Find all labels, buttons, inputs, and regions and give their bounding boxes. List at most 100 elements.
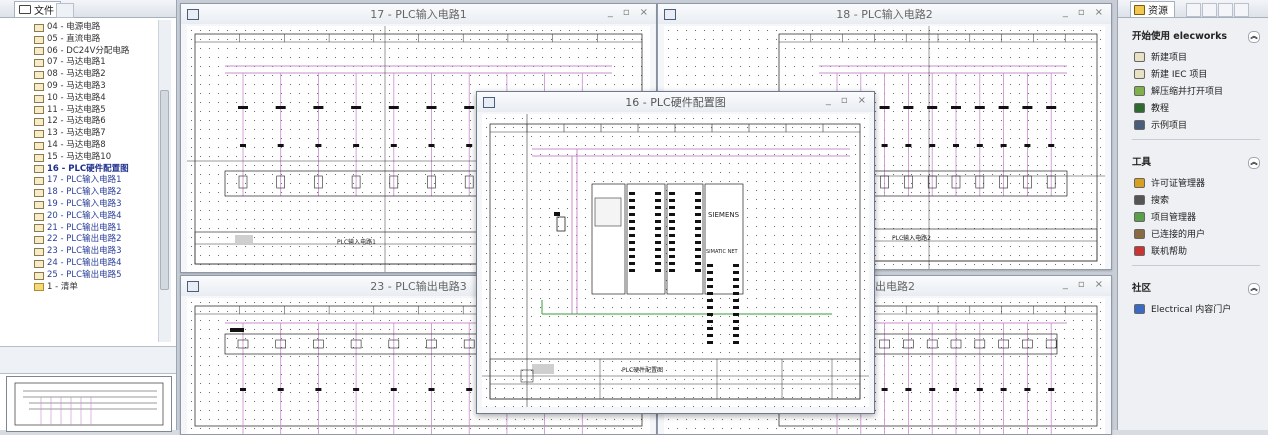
resource-link[interactable]: 示例项目 (1132, 116, 1260, 133)
section-header[interactable]: 工具 ︽ (1132, 156, 1260, 170)
resource-link[interactable]: 解压缩并打开项目 (1132, 82, 1260, 99)
tab-extra-4[interactable] (1234, 3, 1249, 17)
sheet-icon (34, 248, 44, 257)
resource-link[interactable]: 联机帮助 (1132, 242, 1260, 259)
tab-secondary[interactable] (56, 3, 74, 18)
tree-item[interactable]: 11 - 马达电路5 (0, 105, 158, 117)
tree-item[interactable]: 22 - PLC输出电路2 (0, 234, 158, 246)
tree-item[interactable]: 19 - PLC输入电路3 (0, 199, 158, 211)
resource-link-label: 解压缩并打开项目 (1151, 87, 1224, 97)
minimize-icon[interactable]: _ (1063, 279, 1068, 290)
tree-item[interactable]: 20 - PLC输入电路4 (0, 211, 158, 223)
collapse-chevron-icon[interactable]: ︽ (1248, 31, 1260, 43)
tab-extra-3[interactable] (1218, 3, 1233, 17)
resource-link-label: 示例项目 (1151, 121, 1188, 131)
resource-link-label: 新建项目 (1151, 53, 1188, 63)
tree-item[interactable]: 07 - 马达电路1 (0, 57, 158, 69)
tree-item-label: 22 - PLC输出电路2 (47, 234, 122, 245)
sheet-icon (34, 141, 44, 150)
close-icon[interactable]: × (858, 95, 866, 106)
tree-scrollbar[interactable] (158, 20, 171, 342)
tree-item-label: 1 - 清单 (47, 281, 78, 292)
window-titlebar[interactable]: 18 - PLC输入电路2 _ ▫ × (658, 4, 1111, 24)
folder-icon (34, 283, 44, 292)
sheet-icon (34, 200, 44, 209)
tree-item[interactable]: 16 - PLC硬件配置图 (0, 164, 158, 176)
minimize-icon[interactable]: _ (608, 7, 613, 18)
plc-hardware-drawing: SIEMENS SIMATIC NET PLC硬件配置图 (482, 114, 869, 407)
schematic-sheet[interactable]: SIEMENS SIMATIC NET PLC硬件配置图 (482, 114, 869, 407)
window-title: 23 - PLC输出电路3 (370, 280, 467, 293)
tab-extra-2[interactable] (1202, 3, 1217, 17)
tree-item-label: 20 - PLC输入电路4 (47, 210, 122, 221)
minimize-icon[interactable]: _ (826, 95, 831, 106)
collapse-chevron-icon[interactable]: ︽ (1248, 283, 1260, 295)
window-titlebar[interactable]: 16 - PLC硬件配置图 _ ▫ × (477, 92, 874, 112)
tree-item[interactable]: 25 - PLC输出电路5 (0, 270, 158, 282)
tree-item-label: 24 - PLC输出电路4 (47, 257, 122, 268)
section-title: 社区 (1132, 283, 1152, 294)
tree-item-label: 09 - 马达电路3 (47, 80, 106, 91)
tree-item[interactable]: 21 - PLC输出电路1 (0, 223, 158, 235)
resource-link[interactable]: 教程 (1132, 99, 1260, 116)
tree-item[interactable]: 12 - 马达电路6 (0, 116, 158, 128)
restore-icon[interactable]: ▫ (623, 7, 630, 18)
tree-item[interactable]: 1 - 清单 (0, 282, 158, 294)
tab-extra-1[interactable] (1186, 3, 1201, 17)
close-icon[interactable]: × (1095, 279, 1103, 290)
sheet-icon (34, 236, 44, 245)
tree-item[interactable]: 05 - 直流电路 (0, 34, 158, 46)
resource-link[interactable]: 已连接的用户 (1132, 225, 1260, 242)
panel-splitter[interactable] (0, 346, 176, 374)
resources-panel: 资源 开始使用 elecworks ︽ 新建项目新建 IEC 项目解压缩并打开项目教… (1117, 0, 1268, 430)
tab-resources[interactable]: 资源 (1130, 1, 1175, 17)
tree-item-label: 21 - PLC输出电路1 (47, 222, 122, 233)
scrollbar-thumb[interactable] (160, 90, 169, 290)
sheet-icon (34, 153, 44, 162)
tree-item-label: 23 - PLC输出电路3 (47, 246, 122, 257)
home-icon (1134, 4, 1145, 15)
tree-item-label: 11 - 马达电路5 (47, 104, 106, 115)
resource-link[interactable]: 许可证管理器 (1132, 174, 1260, 191)
tree-item[interactable]: 04 - 电源电路 (0, 22, 158, 34)
tree-item[interactable]: 06 - DC24V分配电路 (0, 46, 158, 58)
tree-item[interactable]: 18 - PLC输入电路2 (0, 187, 158, 199)
resource-link[interactable]: Electrical 内容门户 (1132, 300, 1260, 317)
restore-icon[interactable]: ▫ (1078, 7, 1085, 18)
tree-item[interactable]: 17 - PLC输入电路1 (0, 175, 158, 187)
restore-icon[interactable]: ▫ (841, 95, 848, 106)
tree-item[interactable]: 14 - 马达电路8 (0, 140, 158, 152)
file-explorer-panel: 文件 04 - 电源电路 05 - 直流电路 06 - DC24V分配电路 07 - … (0, 0, 177, 432)
sheet-icon (34, 177, 44, 186)
section-header[interactable]: 开始使用 elecworks ︽ (1132, 30, 1260, 44)
tree-item[interactable]: 13 - 马达电路7 (0, 128, 158, 140)
resource-link[interactable]: 项目管理器 (1132, 208, 1260, 225)
close-icon[interactable]: × (1095, 7, 1103, 18)
tree-item[interactable]: 24 - PLC输出电路4 (0, 258, 158, 270)
window-plc-hardware-config[interactable]: 16 - PLC硬件配置图 _ ▫ × SIEMENS SIMATIC NET … (476, 91, 875, 414)
tab-files[interactable]: 文件 (14, 1, 61, 17)
tree-item-label: 15 - 马达电路10 (47, 151, 112, 162)
restore-icon[interactable]: ▫ (1078, 279, 1085, 290)
drawing-app-icon (187, 9, 199, 20)
sheet-icon (34, 212, 44, 221)
window-titlebar[interactable]: 17 - PLC输入电路1 _ ▫ × (181, 4, 656, 24)
sample-project-icon (1134, 119, 1145, 130)
tree-item[interactable]: 08 - 马达电路2 (0, 69, 158, 81)
minimize-icon[interactable]: _ (1063, 7, 1068, 18)
document-area: 17 - PLC输入电路1 _ ▫ × PLC输入电路1 18 - PLC输入电路2… (177, 0, 1117, 435)
plc-model-label: SIMATIC NET (706, 249, 739, 255)
tree-item[interactable]: 23 - PLC输出电路3 (0, 246, 158, 258)
tree-item[interactable]: 15 - 马达电路10 (0, 152, 158, 164)
collapse-chevron-icon[interactable]: ︽ (1248, 157, 1260, 169)
resource-link[interactable]: 新建 IEC 项目 (1132, 65, 1260, 82)
close-icon[interactable]: × (640, 7, 648, 18)
resource-link[interactable]: 新建项目 (1132, 48, 1260, 65)
sheet-icon (34, 35, 44, 44)
tree-item-label: 07 - 马达电路1 (47, 57, 106, 68)
sheet-icon (34, 71, 44, 80)
section-header[interactable]: 社区 ︽ (1132, 282, 1260, 296)
tree-item[interactable]: 10 - 马达电路4 (0, 93, 158, 105)
tree-item[interactable]: 09 - 马达电路3 (0, 81, 158, 93)
resource-link[interactable]: 搜索 (1132, 191, 1260, 208)
